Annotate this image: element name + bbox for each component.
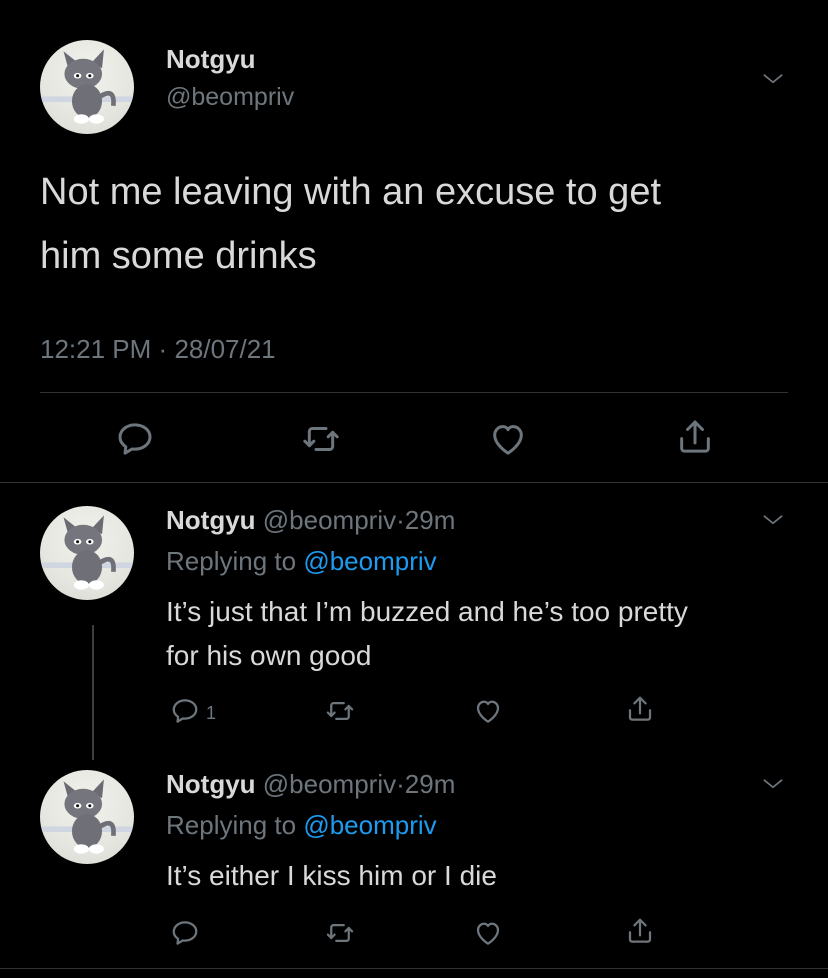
avatar-cat-image — [40, 40, 134, 134]
reply-count: 1 — [206, 703, 217, 723]
thread-connector-line — [92, 625, 94, 760]
tweet-timestamp[interactable]: 12:21 PM · 28/07/21 — [40, 334, 276, 365]
reply-text-line1: It’s just that I’m buzzed and he’s too p… — [166, 596, 688, 627]
replying-to-link[interactable]: @beompriv — [303, 546, 436, 576]
tweet-text-line2: him some drinks — [40, 235, 317, 277]
reply-age[interactable]: 29m — [405, 505, 456, 535]
handle[interactable]: @beompriv — [263, 769, 396, 799]
tweet-date: 28/07/21 — [174, 334, 276, 364]
divider — [40, 392, 788, 393]
avatar-cat-image — [40, 770, 134, 864]
reply-header: Notgyu @beompriv·29m — [166, 769, 455, 800]
reply-icon[interactable] — [170, 918, 200, 948]
tweet-text-line1: Not me leaving with an excuse to get — [40, 171, 662, 213]
like-icon[interactable] — [473, 696, 503, 726]
avatar[interactable] — [40, 40, 134, 134]
chevron-down-icon[interactable] — [760, 507, 786, 533]
avatar[interactable] — [40, 506, 134, 600]
retweet-icon[interactable] — [325, 918, 355, 948]
replying-to-prefix: Replying to — [166, 810, 297, 840]
avatar[interactable] — [40, 770, 134, 864]
reply-text-line1: It’s either I kiss him or I die — [166, 860, 497, 891]
reply-header: Notgyu @beompriv·29m — [166, 505, 455, 536]
reply-icon[interactable] — [170, 696, 200, 726]
divider — [0, 482, 828, 483]
chevron-down-icon[interactable] — [760, 66, 786, 92]
display-name[interactable]: Notgyu — [166, 769, 256, 799]
avatar-cat-image — [40, 506, 134, 600]
replying-to-line: Replying to @beompriv — [166, 546, 437, 577]
retweet-icon[interactable] — [301, 419, 341, 459]
replying-to-link[interactable]: @beompriv — [303, 810, 436, 840]
reply-text-line2: for his own good — [166, 640, 372, 671]
timestamp-separator: · — [158, 334, 168, 364]
handle[interactable]: @beompriv — [166, 83, 294, 112]
display-name[interactable]: Notgyu — [166, 44, 256, 75]
retweet-icon[interactable] — [325, 696, 355, 726]
tweet-time: 12:21 PM — [40, 334, 152, 364]
separator: · — [396, 505, 405, 535]
share-icon[interactable] — [675, 417, 715, 457]
replying-to-prefix: Replying to — [166, 546, 297, 576]
reply-icon[interactable] — [115, 419, 155, 459]
like-icon[interactable] — [488, 419, 528, 459]
reply-age[interactable]: 29m — [405, 769, 456, 799]
divider — [0, 968, 828, 969]
display-name[interactable]: Notgyu — [166, 505, 256, 535]
replying-to-line: Replying to @beompriv — [166, 810, 437, 841]
chevron-down-icon[interactable] — [760, 771, 786, 797]
separator: · — [396, 769, 405, 799]
share-icon[interactable] — [625, 694, 655, 724]
like-icon[interactable] — [473, 918, 503, 948]
share-icon[interactable] — [625, 916, 655, 946]
handle[interactable]: @beompriv — [263, 505, 396, 535]
